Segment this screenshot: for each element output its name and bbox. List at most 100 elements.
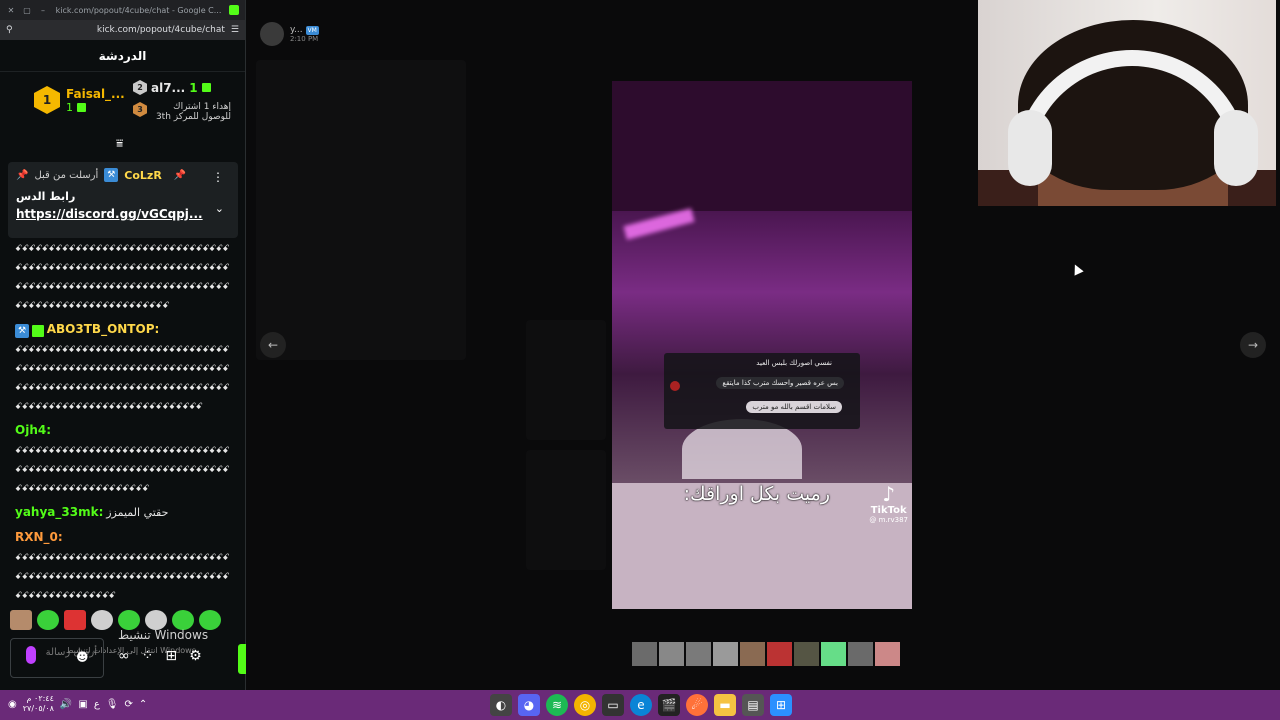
windows-activation-title: تنشيط Windows [118,628,209,642]
dimmed-channel-list [256,60,466,360]
chat-input[interactable]: أرسل رسالة [10,638,104,678]
media-thumbnail[interactable] [767,642,792,666]
gift-box-icon[interactable]: ⊞ [165,648,177,664]
message-username[interactable]: ABO3TB_ONTOP: [47,322,160,336]
chrome-icon[interactable]: ◎ [574,694,596,716]
more-options-icon[interactable]: ⋮ [212,170,224,184]
site-settings-icon[interactable]: ☰ [231,25,239,35]
emote-icon[interactable] [199,610,221,630]
emote-icon[interactable] [64,610,86,630]
leader-second-count: 1 [189,80,198,95]
send-button[interactable] [238,644,246,674]
video-editor-icon[interactable]: 🎬 [658,694,680,716]
tiktok-watermark: ♪ TikTok @ m.rv387 [869,483,908,524]
media-thumbnail[interactable] [794,642,819,666]
leader-third-text: إهداء 1 اشتراك للوصول للمركز 3th [155,102,231,122]
media-thumbnail[interactable] [848,642,873,666]
browser-tab-title: kick.com/popout/4cube/chat - Google C... [55,5,222,15]
chat-message: ⚒ ABO3TB_ONTOP: ꗃꗃꗃꗃꗃꗃꗃꗃꗃꗃꗃꗃꗃꗃꗃꗃꗃꗃꗃꗃꗃꗃꗃꗃ… [15,320,232,417]
pinned-user[interactable]: CoLzR [124,169,162,182]
pinned-body: رابط الدس [16,190,76,203]
edge-icon[interactable]: e [630,694,652,716]
chat-message: RXN_0: ꗃꗃꗃꗃꗃꗃꗃꗃꗃꗃꗃꗃꗃꗃꗃꗃꗃꗃꗃꗃꗃꗃꗃꗃꗃꗃꗃꗃꗃꗃꗃꗃꗃ… [15,528,232,606]
chat-actions: ∞ ⁘ ⊞ ⚙ [118,648,202,664]
message-username[interactable]: yahya_33mk: [15,505,103,519]
media-thumbnail[interactable] [740,642,765,666]
microphone-icon[interactable]: 🎙 [106,699,119,710]
minimize-window-icon[interactable]: – [38,6,48,15]
mic-icon[interactable] [26,646,36,664]
leader-second-name: al7... [151,80,186,95]
file-explorer-icon[interactable]: ▬ [714,694,736,716]
emote-bar [10,610,221,630]
url-text[interactable]: kick.com/popout/4cube/chat [19,25,225,35]
media-thumbnail[interactable] [659,642,684,666]
neon-sign [623,208,695,240]
keyboard-language[interactable]: ع [94,699,100,710]
maximize-window-icon[interactable]: ▢ [22,6,32,15]
pinned-label: أرسلت من قبل [34,169,99,181]
tiktok-logo-icon: ♪ [882,482,896,506]
chevron-up-icon[interactable]: ⌃ [139,699,147,710]
chevron-down-icon[interactable]: ⌄ [215,202,224,215]
tiktok-video[interactable]: نفسي اصورلك بلبس العيد بس عره قصير واحسك… [612,81,912,609]
clock[interactable]: ٠٢:٤٤ م ٢٧/٠٥/٠٨ [23,694,54,714]
notification-icon[interactable]: ◉ [8,699,17,710]
leader-second[interactable]: 2 al7... 1 [133,80,211,95]
media-thumbnail[interactable] [686,642,711,666]
emote-icon[interactable] [172,610,194,630]
leader-first[interactable]: 1 Faisal_... 1 [34,86,125,114]
sync-icon[interactable]: ⟳ [124,699,132,710]
volume-icon[interactable]: 🔊 [60,699,72,710]
users-icon[interactable]: ⁘ [142,648,154,664]
leader-third[interactable]: 3 إهداء 1 اشتراك للوصول للمركز 3th [133,102,231,122]
previous-arrow-icon[interactable]: ← [260,332,286,358]
app-icon[interactable]: ▭ [602,694,624,716]
media-thumbnail[interactable] [632,642,657,666]
firefox-icon[interactable]: ☄ [686,694,708,716]
rank-gold-icon: 1 [34,86,60,114]
next-arrow-icon[interactable]: → [1240,332,1266,358]
discord-icon[interactable]: ◕ [518,694,540,716]
task-view-icon[interactable]: ▤ [742,694,764,716]
address-bar[interactable]: ⚲ kick.com/popout/4cube/chat ☰ [0,20,245,40]
spotify-icon[interactable]: ≋ [546,694,568,716]
display-icon[interactable]: ▣ [78,699,87,710]
emote-icon[interactable] [91,610,113,630]
pinned-link[interactable]: https://discord.gg/vGCqpj... [16,207,230,221]
tiktok-handle: @ m.rv387 [869,516,908,524]
media-thumbnail[interactable] [875,642,900,666]
webcam-overlay [978,0,1276,206]
search-icon: ⚲ [6,25,13,35]
gear-icon[interactable]: ⚙ [189,648,202,664]
video-top-bar [612,81,912,211]
kick-logo-icon [229,5,239,15]
media-thumbnail[interactable] [713,642,738,666]
emote-icon[interactable] [10,610,32,630]
avatar[interactable] [260,22,284,46]
chat-popout-window: ✕ ▢ – kick.com/popout/4cube/chat - Googl… [0,0,246,690]
obs-icon[interactable]: ◐ [490,694,512,716]
windows-start-icon[interactable]: ⊞ [770,694,792,716]
message-username[interactable]: Ojh4: [15,423,51,437]
emoji-icon[interactable]: ☻ [76,650,89,664]
emote-icon[interactable] [145,610,167,630]
dimmed-thumbnail [526,320,606,440]
tiktok-brand: TikTok [870,505,907,516]
chat-message: ꗃꗃꗃꗃꗃꗃꗃꗃꗃꗃꗃꗃꗃꗃꗃꗃꗃꗃꗃꗃꗃꗃꗃꗃꗃꗃꗃꗃꗃꗃꗃꗃꗃꗃꗃꗃꗃꗃꗃꗃ… [15,240,232,316]
poster-name[interactable]: y... [290,25,303,35]
collapse-icon[interactable]: ⩸ [116,136,123,151]
media-thumbnail[interactable] [821,642,846,666]
screen: ✕ ▢ – kick.com/popout/4cube/chat - Googl… [0,0,1280,720]
infinity-icon[interactable]: ∞ [118,648,130,664]
message-text: ꗃꗃꗃꗃꗃꗃꗃꗃꗃꗃꗃꗃꗃꗃꗃꗃꗃꗃꗃꗃꗃꗃꗃꗃꗃꗃꗃꗃꗃꗃꗃꗃꗃꗃꗃꗃꗃꗃꗃꗃ… [15,446,230,494]
message-text: ꗃꗃꗃꗃꗃꗃꗃꗃꗃꗃꗃꗃꗃꗃꗃꗃꗃꗃꗃꗃꗃꗃꗃꗃꗃꗃꗃꗃꗃꗃꗃꗃꗃꗃꗃꗃꗃꗃꗃꗃ… [15,244,230,311]
unpin-icon[interactable]: 📌 [174,170,186,181]
message-username[interactable]: RXN_0: [15,530,63,544]
emote-icon[interactable] [37,610,59,630]
pinned-message[interactable]: 📌 أرسلت من قبل ⚒ CoLzR 📌 ⋮ رابط الدس htt… [8,162,238,238]
pin-icon: 📌 [16,169,29,181]
emote-icon[interactable] [118,610,140,630]
clock-time: ٠٢:٤٤ م [26,694,54,703]
close-window-icon[interactable]: ✕ [6,6,16,15]
